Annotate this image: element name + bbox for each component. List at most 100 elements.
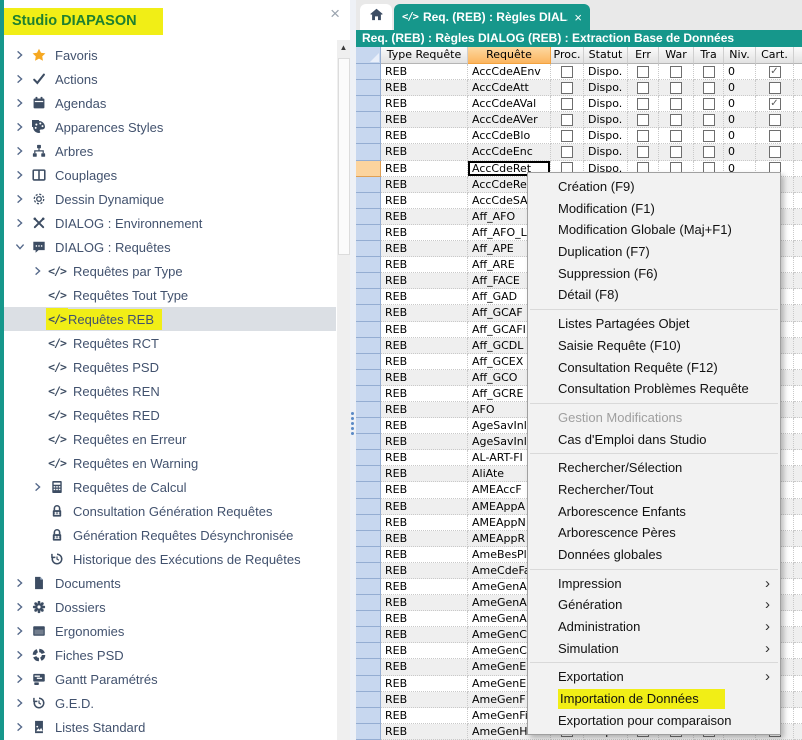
column-header-type-requete[interactable]: Type Requête [381,47,468,64]
menu-item-importation-de-donnees[interactable]: Importation de Données [528,688,780,710]
sidebar-item-dossiers[interactable]: Dossiers [4,595,336,619]
err-checkbox[interactable] [637,114,649,126]
row-header[interactable] [356,305,381,321]
cell-niv[interactable]: 0 [724,112,756,128]
cart-checkbox[interactable] [769,146,781,158]
tab-close-icon[interactable]: × [574,10,582,25]
cell-requete[interactable]: AccCdeAVer [468,112,551,128]
row-header[interactable] [356,193,381,209]
chevron-right-icon[interactable] [12,673,28,685]
cart-checkbox[interactable] [769,130,781,142]
sidebar-item-requetes-en-erreur[interactable]: </>Requêtes en Erreur [4,427,336,451]
menu-item-suppression-f6[interactable]: Suppression (F6) [528,263,780,285]
menu-item-cas-d-emploi-dans-studio[interactable]: Cas d'Emploi dans Studio [528,429,780,451]
cell-requete[interactable]: AccCdeAtt [468,80,551,96]
cell-type-requete[interactable]: REB [381,708,468,724]
cell-type-requete[interactable]: REB [381,209,468,225]
sidebar-scrollbar[interactable]: ▲ [337,40,350,740]
sidebar-item-requetes-reb[interactable]: </>Requêtes REB [4,307,336,331]
select-all-corner[interactable] [356,47,381,64]
sidebar-item-requetes-tout-type[interactable]: </>Requêtes Tout Type [4,283,336,307]
cell-requete[interactable]: AccCdeAVal [468,96,551,112]
row-header[interactable] [356,579,381,595]
cell-type-requete[interactable]: REB [381,579,468,595]
cell-type-requete[interactable]: REB [381,402,468,418]
row-header[interactable] [356,708,381,724]
row-header[interactable] [356,482,381,498]
chevron-right-icon[interactable] [12,721,28,733]
sidebar-item-dialog-requetes[interactable]: DIALOG : Requêtes [4,235,336,259]
row-header[interactable] [356,434,381,450]
row-header[interactable] [356,499,381,515]
sidebar-item-actions[interactable]: Actions [4,67,336,91]
row-header[interactable] [356,547,381,563]
tra-checkbox[interactable] [703,98,715,110]
chevron-right-icon[interactable] [12,97,28,109]
proc-checkbox[interactable] [561,146,573,158]
proc-checkbox[interactable] [561,130,573,142]
row-header[interactable] [356,209,381,225]
cell-type-requete[interactable]: REB [381,611,468,627]
cell-type-requete[interactable]: REB [381,692,468,708]
cell-niv[interactable]: 0 [724,144,756,160]
cell-type-requete[interactable]: REB [381,338,468,354]
row-header[interactable] [356,241,381,257]
menu-item-administration[interactable]: Administration› [528,616,780,638]
sidebar-item-favoris[interactable]: Favoris [4,43,336,67]
cell-statut[interactable]: Dispo. [584,112,628,128]
sidebar-item-requetes-psd[interactable]: </>Requêtes PSD [4,355,336,379]
cell-type-requete[interactable]: REB [381,466,468,482]
menu-item-simulation[interactable]: Simulation› [528,638,780,660]
row-header[interactable] [356,676,381,692]
menu-item-consultation-requete-f12[interactable]: Consultation Requête (F12) [528,357,780,379]
cell-requete[interactable]: AccCdeBlo [468,128,551,144]
chevron-right-icon[interactable] [12,601,28,613]
cell-type-requete[interactable]: REB [381,144,468,160]
row-header[interactable] [356,370,381,386]
cell-type-requete[interactable]: REB [381,627,468,643]
scrollbar-thumb[interactable] [338,58,350,255]
sidebar-item-listes-standard[interactable]: Listes Standard [4,715,336,739]
row-header[interactable] [356,450,381,466]
row-header[interactable] [356,112,381,128]
war-checkbox[interactable] [670,82,682,94]
cell-type-requete[interactable]: REB [381,128,468,144]
scrollbar-up-icon[interactable]: ▲ [337,43,350,52]
cell-statut[interactable]: Dispo. [584,80,628,96]
cell-niv[interactable]: 0 [724,96,756,112]
row-header[interactable] [356,402,381,418]
cell-niv[interactable]: 0 [724,80,756,96]
sidebar-item-requetes-en-warning[interactable]: </>Requêtes en Warning [4,451,336,475]
menu-item-detail-f8[interactable]: Détail (F8) [528,284,780,306]
row-header[interactable] [356,659,381,675]
cell-requete[interactable]: AccCdeEnc [468,144,551,160]
war-checkbox[interactable] [670,130,682,142]
chevron-right-icon[interactable] [12,145,28,157]
row-header[interactable] [356,386,381,402]
cell-type-requete[interactable]: REB [381,450,468,466]
row-header[interactable] [356,144,381,160]
war-checkbox[interactable] [670,114,682,126]
err-checkbox[interactable] [637,130,649,142]
cell-type-requete[interactable]: REB [381,161,468,177]
column-header-war[interactable]: War [659,47,694,64]
war-checkbox[interactable] [670,146,682,158]
row-header[interactable] [356,289,381,305]
row-header[interactable] [356,515,381,531]
row-header[interactable] [356,595,381,611]
row-header[interactable] [356,418,381,434]
cell-type-requete[interactable]: REB [381,273,468,289]
cell-type-requete[interactable]: REB [381,418,468,434]
cell-type-requete[interactable]: REB [381,354,468,370]
row-header[interactable] [356,128,381,144]
chevron-down-icon[interactable] [12,241,28,253]
row-header[interactable] [356,627,381,643]
row-header[interactable] [356,531,381,547]
row-header[interactable] [356,563,381,579]
proc-checkbox[interactable] [561,66,573,78]
chevron-right-icon[interactable] [30,481,46,493]
war-checkbox[interactable] [670,98,682,110]
menu-item-exportation-pour-comparaison[interactable]: Exportation pour comparaison [528,710,780,732]
cell-type-requete[interactable]: REB [381,64,468,80]
cell-niv[interactable]: 0 [724,64,756,80]
